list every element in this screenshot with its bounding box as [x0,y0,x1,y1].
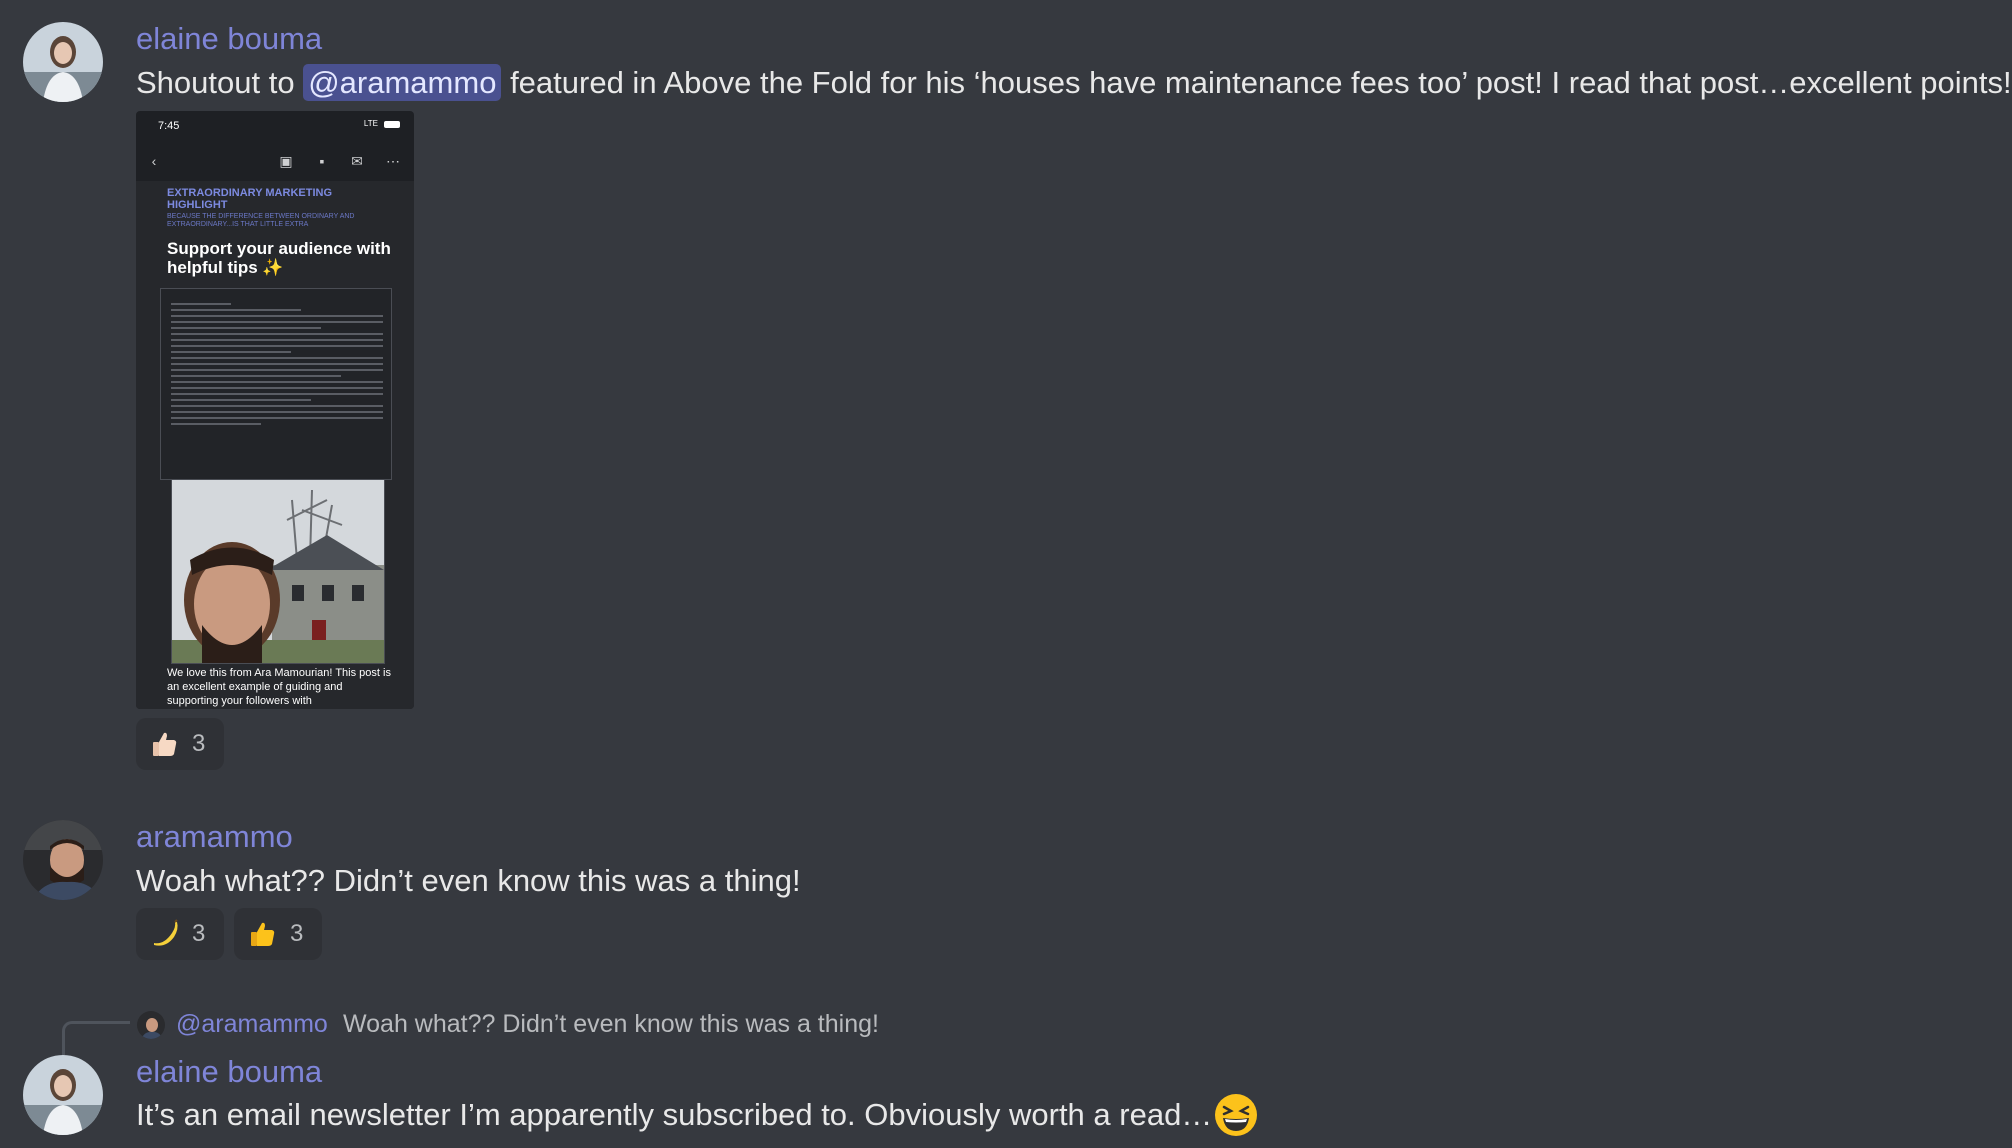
embedded-post [160,288,392,480]
avatar-elaine[interactable] [23,22,103,102]
avatar-elaine[interactable] [23,1055,103,1135]
phone-time: 7:45 [158,120,180,132]
message-text: Woah what?? Didn’t even know this was a … [136,863,801,898]
message-text: It’s an email newsletter I’m apparently … [136,1093,1258,1137]
newsletter-eyebrow: EXTRAORDINARY MARKETING HIGHLIGHT [167,187,333,211]
message-username[interactable]: aramammo [136,819,293,855]
reaction-count: 3 [290,920,304,947]
phone-status-bar: 7:45 LTE [136,111,414,143]
reaction-thumbs-up-light[interactable]: 3 [136,718,224,770]
thumbs-up-icon [251,922,275,946]
message-username[interactable]: elaine bouma [136,1054,322,1090]
post-photo [171,479,385,664]
grinning-squinting-face-icon [1215,1094,1258,1136]
thumbs-up-light-icon [153,732,177,756]
newsletter-headline: Support your audience with helpful tips … [167,239,391,277]
reply-connector [62,1021,130,1055]
reply-mention[interactable]: @aramammo [176,1009,328,1039]
message-text-before: Shoutout to [136,65,295,100]
trash-icon: ▪ [319,153,325,169]
user-mention[interactable]: @aramammo [303,64,502,101]
reaction-thumbs-up[interactable]: 3 [234,908,322,960]
message-text-body: It’s an email newsletter I’m apparently … [136,1097,1213,1132]
avatar-aramammo[interactable] [23,820,103,900]
banana-icon [154,919,178,946]
reply-avatar[interactable] [137,1011,165,1039]
reaction-banana[interactable]: 3 [136,908,224,960]
reaction-count: 3 [192,730,206,757]
newsletter-eyebrow-sub: BECAUSE THE DIFFERENCE BETWEEN ORDINARY … [167,213,355,228]
archive-icon: ▣ [279,153,293,169]
email-toolbar: ‹ ▣ ▪ ✉ ⋯ [136,143,414,181]
message-text-after: featured in Above the Fold for his ‘hous… [510,65,2012,100]
message-text: Shoutout to @aramammo featured in Above … [136,63,2012,103]
mail-icon: ✉ [351,153,363,169]
newsletter-caption: We love this from Ara Mamourian! This po… [167,667,391,707]
reaction-count: 3 [192,920,206,947]
back-arrow-icon: ‹ [151,153,157,169]
reply-preview-text[interactable]: Woah what?? Didn’t even know this was a … [343,1009,879,1039]
more-icon: ⋯ [386,153,400,169]
phone-signal: LTE [363,119,378,128]
image-attachment[interactable]: 7:45 LTE ‹ ▣ ▪ ✉ ⋯ EXTRAORDINARY MARKETI… [136,111,414,709]
battery-icon [384,121,400,128]
message-username[interactable]: elaine bouma [136,21,322,57]
